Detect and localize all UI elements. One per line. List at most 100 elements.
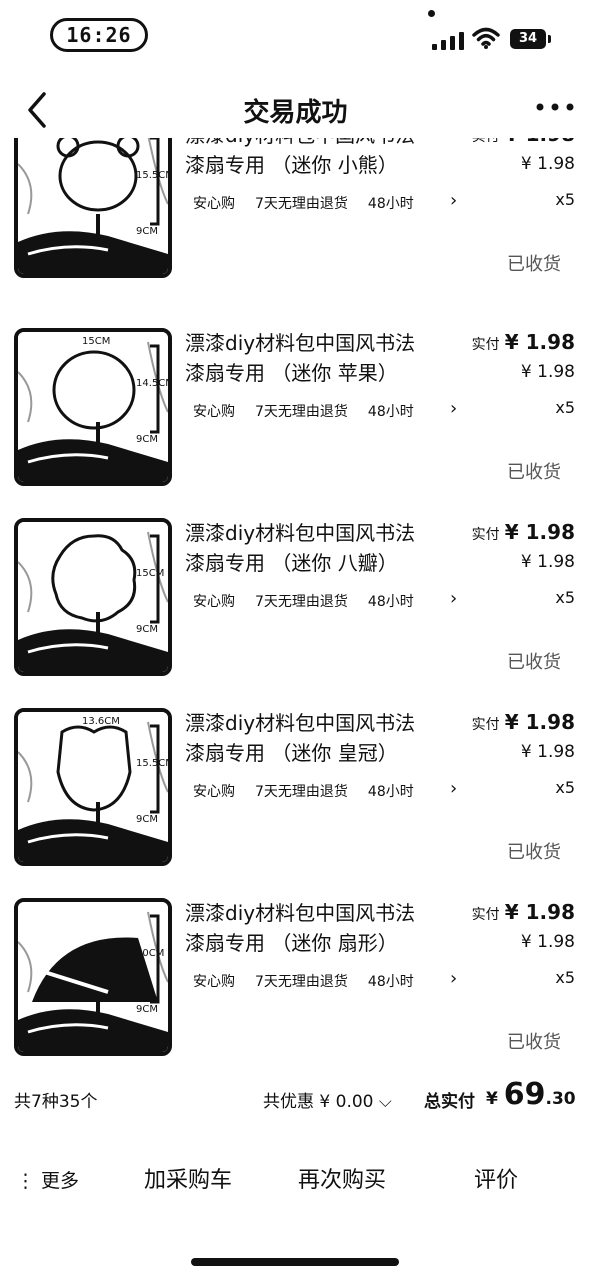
order-item-list: 15.5CM 9CM 漂漆diy材料包中国风书法漆扇专用 （迷你 小熊） 安心购 7天无…	[0, 138, 591, 1063]
bottom-actions: ⋮ 更多 加采购车 再次购买 评价	[0, 1150, 591, 1210]
paid-label: 实付	[471, 907, 500, 923]
paid-value: ¥ 1.98	[504, 520, 575, 544]
paid-value: ¥ 1.98	[504, 710, 575, 734]
product-image: 15.5CM 9CM	[18, 138, 168, 274]
thumb-dimension-label: 9CM	[136, 434, 158, 445]
chevron-right-icon[interactable]: ›	[450, 778, 457, 799]
unit-price: ¥ 1.98	[520, 154, 575, 174]
tag-assured: 安心购	[193, 974, 235, 990]
received-status: 已收货	[507, 1032, 561, 1053]
product-thumbnail[interactable]: 20CM 9CM	[14, 898, 172, 1056]
paid-label: 实付	[471, 337, 500, 353]
product-name[interactable]: 漂漆diy材料包中国风书法 漆扇专用 （迷你 皇冠）	[185, 708, 465, 768]
tag-return: 7天无理由退货	[255, 974, 348, 990]
quantity: x5	[555, 968, 575, 987]
thumb-dimension-label: 9CM	[136, 624, 158, 635]
unit-price: ¥ 1.98	[520, 362, 575, 382]
product-name[interactable]: 漂漆diy材料包中国风书法漆扇专用 （迷你 小熊）	[185, 138, 465, 180]
service-tags[interactable]: 安心购 7天无理由退货 48小时	[193, 971, 453, 991]
thumb-dimension-label: 9CM	[136, 1004, 158, 1015]
total-int: 69	[503, 1077, 546, 1112]
tag-assured: 安心购	[193, 404, 235, 420]
order-item[interactable]: 15.5CM 9CM 漂漆diy材料包中国风书法漆扇专用 （迷你 小熊） 安心购 7天无…	[0, 138, 591, 310]
product-thumbnail[interactable]: 15CM 14.5CM 9CM	[14, 328, 172, 486]
service-tags[interactable]: 安心购 7天无理由退货 48小时	[193, 781, 453, 801]
status-time: 16:26	[50, 18, 148, 52]
paid-price: 实付 ¥ 1.98	[472, 710, 575, 734]
wifi-icon	[472, 27, 500, 49]
order-item[interactable]: 15CM 9CM 漂漆diy材料包中国风书法 漆扇专用 （迷你 八瓣） 安心购 7天无理由…	[0, 518, 591, 708]
thumb-dimension-label: 15.5CM	[136, 758, 168, 769]
chevron-right-icon[interactable]: ›	[450, 190, 457, 211]
paid-price: 实付 ¥ 1.98	[472, 520, 575, 544]
order-item[interactable]: 13.6CM 15.5CM 9CM 漂漆diy材料包中国风书法漆扇专用 （迷你 皇冠）…	[0, 708, 591, 898]
home-indicator[interactable]	[191, 1258, 399, 1266]
more-button[interactable]: ⋮ 更多	[16, 1166, 79, 1193]
product-name-line1: 漂漆diy材料包中国风书法	[185, 521, 416, 545]
product-thumbnail[interactable]: 13.6CM 15.5CM 9CM	[14, 708, 172, 866]
product-name-line1: 漂漆diy材料包中国风书法	[185, 138, 465, 150]
tag-return: 7天无理由退货	[255, 404, 348, 420]
tag-48h: 48小时	[367, 784, 414, 800]
service-tags[interactable]: 安心购 7天无理由退货 48小时	[193, 193, 453, 213]
product-name-line2: 漆扇专用 （迷你 扇形）	[185, 931, 398, 955]
tag-assured: 安心购	[193, 594, 235, 610]
discount-toggle[interactable]: 共优惠 ¥ 0.00 ⌵	[263, 1087, 392, 1112]
thumb-dimension-label: 9CM	[136, 814, 158, 825]
product-name[interactable]: 漂漆diy材料包中国风书法 漆扇专用 （迷你 苹果）	[185, 328, 465, 388]
signal-icon	[432, 30, 466, 50]
product-name-line2: 漆扇专用 （迷你 小熊）	[185, 153, 398, 177]
chevron-right-icon[interactable]: ›	[450, 588, 457, 609]
product-name-line1: 漂漆diy材料包中国风书法	[185, 901, 416, 925]
product-image: 15CM 14.5CM 9CM	[18, 332, 168, 482]
total-currency: ¥	[486, 1089, 498, 1109]
item-count: 共7种35个	[14, 1092, 98, 1112]
total-amount: ¥ 69.30	[486, 1077, 576, 1112]
unit-price: ¥ 1.98	[520, 742, 575, 762]
thumb-dimension-label: 14.5CM	[136, 378, 168, 389]
received-status: 已收货	[507, 254, 561, 275]
order-item[interactable]: 20CM 9CM 漂漆diy材料包中国风书法 漆扇专用 （迷你 扇形） 安心购 7天无理由…	[0, 898, 591, 1063]
chevron-right-icon[interactable]: ›	[450, 968, 457, 989]
product-name-line2: 漆扇专用 （迷你 八瓣）	[185, 551, 398, 575]
paid-value: ¥ 1.98	[505, 138, 575, 146]
received-status: 已收货	[507, 652, 561, 673]
tag-48h: 48小时	[367, 196, 414, 212]
chevron-right-icon[interactable]: ›	[450, 398, 457, 419]
product-name[interactable]: 漂漆diy材料包中国风书法 漆扇专用 （迷你 八瓣）	[185, 518, 465, 578]
quantity: x5	[555, 588, 575, 607]
nav-header: 交易成功	[0, 80, 591, 138]
paid-value: ¥ 1.98	[504, 900, 575, 924]
review-button[interactable]: 评价	[474, 1162, 518, 1194]
product-image: 15CM 9CM	[18, 522, 168, 672]
tag-48h: 48小时	[367, 594, 414, 610]
tag-assured: 安心购	[193, 196, 235, 212]
paid-price: 实付 ¥ 1.98	[472, 138, 575, 146]
thumb-dimension-label: 20CM	[136, 948, 164, 959]
paid-price: 实付 ¥ 1.98	[472, 330, 575, 354]
product-thumbnail[interactable]: 15CM 9CM	[14, 518, 172, 676]
battery-icon: 34	[510, 29, 551, 49]
add-to-cart-button[interactable]: 加采购车	[144, 1162, 232, 1194]
order-item[interactable]: 15CM 14.5CM 9CM 漂漆diy材料包中国风书法漆扇专用 （迷你 苹果） 安心…	[0, 328, 591, 518]
paid-label: 实付	[471, 717, 500, 733]
thumb-dimension-label: 15.5CM	[136, 170, 168, 181]
service-tags[interactable]: 安心购 7天无理由退货 48小时	[193, 591, 453, 611]
camera-dot	[428, 10, 435, 17]
product-thumbnail[interactable]: 15.5CM 9CM	[14, 138, 172, 278]
thumb-dimension-label: 9CM	[136, 226, 158, 237]
product-name-line1: 漂漆diy材料包中国风书法	[185, 331, 416, 355]
total-label: 总实付	[424, 1092, 475, 1112]
tag-48h: 48小时	[367, 404, 414, 420]
tag-return: 7天无理由退货	[255, 784, 348, 800]
paid-price: 实付 ¥ 1.98	[472, 900, 575, 924]
more-dots-icon[interactable]	[535, 100, 575, 114]
paid-label: 实付	[471, 527, 500, 543]
buy-again-button[interactable]: 再次购买	[298, 1162, 386, 1194]
unit-price: ¥ 1.98	[520, 552, 575, 572]
service-tags[interactable]: 安心购 7天无理由退货 48小时	[193, 401, 453, 421]
product-name[interactable]: 漂漆diy材料包中国风书法 漆扇专用 （迷你 扇形）	[185, 898, 465, 958]
tag-return: 7天无理由退货	[255, 196, 348, 212]
received-status: 已收货	[507, 462, 561, 483]
product-name-line1: 漂漆diy材料包中国风书法	[185, 711, 416, 735]
